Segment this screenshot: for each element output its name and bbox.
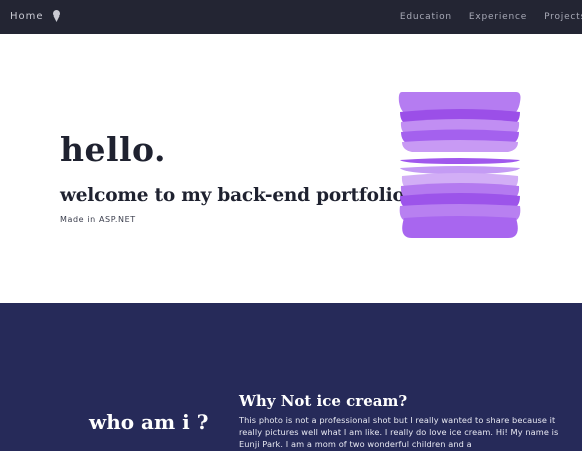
home-label: Home bbox=[10, 10, 44, 22]
who-am-i-heading: who am i ? bbox=[89, 410, 209, 434]
hero-title: hello. bbox=[60, 130, 166, 169]
stacked-ice-cream-graphic bbox=[398, 92, 521, 238]
hero-section: hello. welcome to my back-end portfolio … bbox=[0, 34, 582, 303]
nav-link-experience[interactable]: Experience bbox=[469, 12, 527, 22]
navbar: Home Education Experience Projects bbox=[0, 0, 582, 34]
about-section: who am i ? Why Not ice cream? This photo… bbox=[0, 303, 582, 451]
nav-link-projects[interactable]: Projects bbox=[544, 12, 582, 22]
home-link[interactable]: Home bbox=[10, 10, 61, 22]
nav-link-education[interactable]: Education bbox=[400, 12, 452, 22]
ice-cream-icon bbox=[52, 10, 61, 22]
hero-subtitle: welcome to my back-end portfolio site. bbox=[60, 185, 455, 206]
about-paragraph: This photo is not a professional shot bu… bbox=[239, 415, 559, 449]
nav-links: Education Experience Projects bbox=[383, 0, 582, 34]
why-ice-cream-heading: Why Not ice cream? bbox=[239, 392, 408, 410]
made-in-text: Made in ASP.NET bbox=[60, 215, 136, 224]
